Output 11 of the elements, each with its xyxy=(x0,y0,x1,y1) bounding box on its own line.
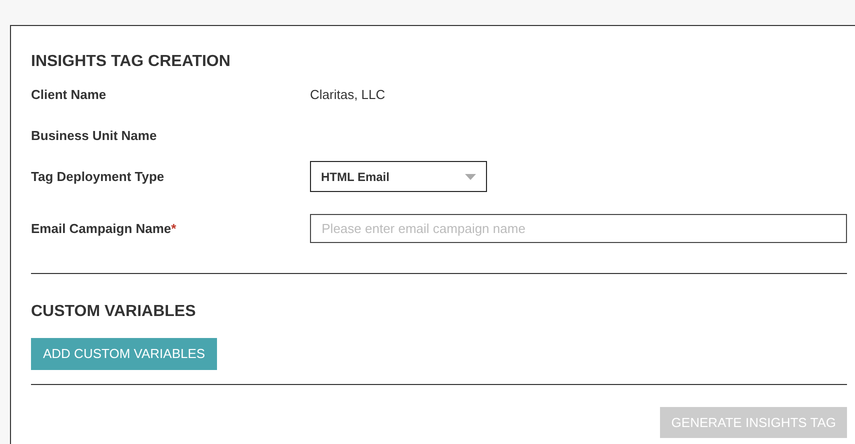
field-label: Tag Deployment Type xyxy=(31,168,166,186)
add-variables-button[interactable]: ADD CUSTOM VARIABLES xyxy=(31,338,218,370)
dropdown-select[interactable]: HTML Email xyxy=(310,161,487,192)
section-title: CUSTOM VARIABLES xyxy=(31,302,197,322)
input-field[interactable]: Please enter email campaign name xyxy=(310,214,847,243)
field-label: Client Name xyxy=(31,86,108,104)
caret-icon xyxy=(465,174,476,180)
field-value: Claritas, LLC xyxy=(310,86,386,104)
field-label: Email Campaign Name* xyxy=(31,220,178,238)
section-title: INSIGHTS TAG CREATION xyxy=(31,52,232,72)
field-label: Business Unit Name xyxy=(31,126,158,145)
